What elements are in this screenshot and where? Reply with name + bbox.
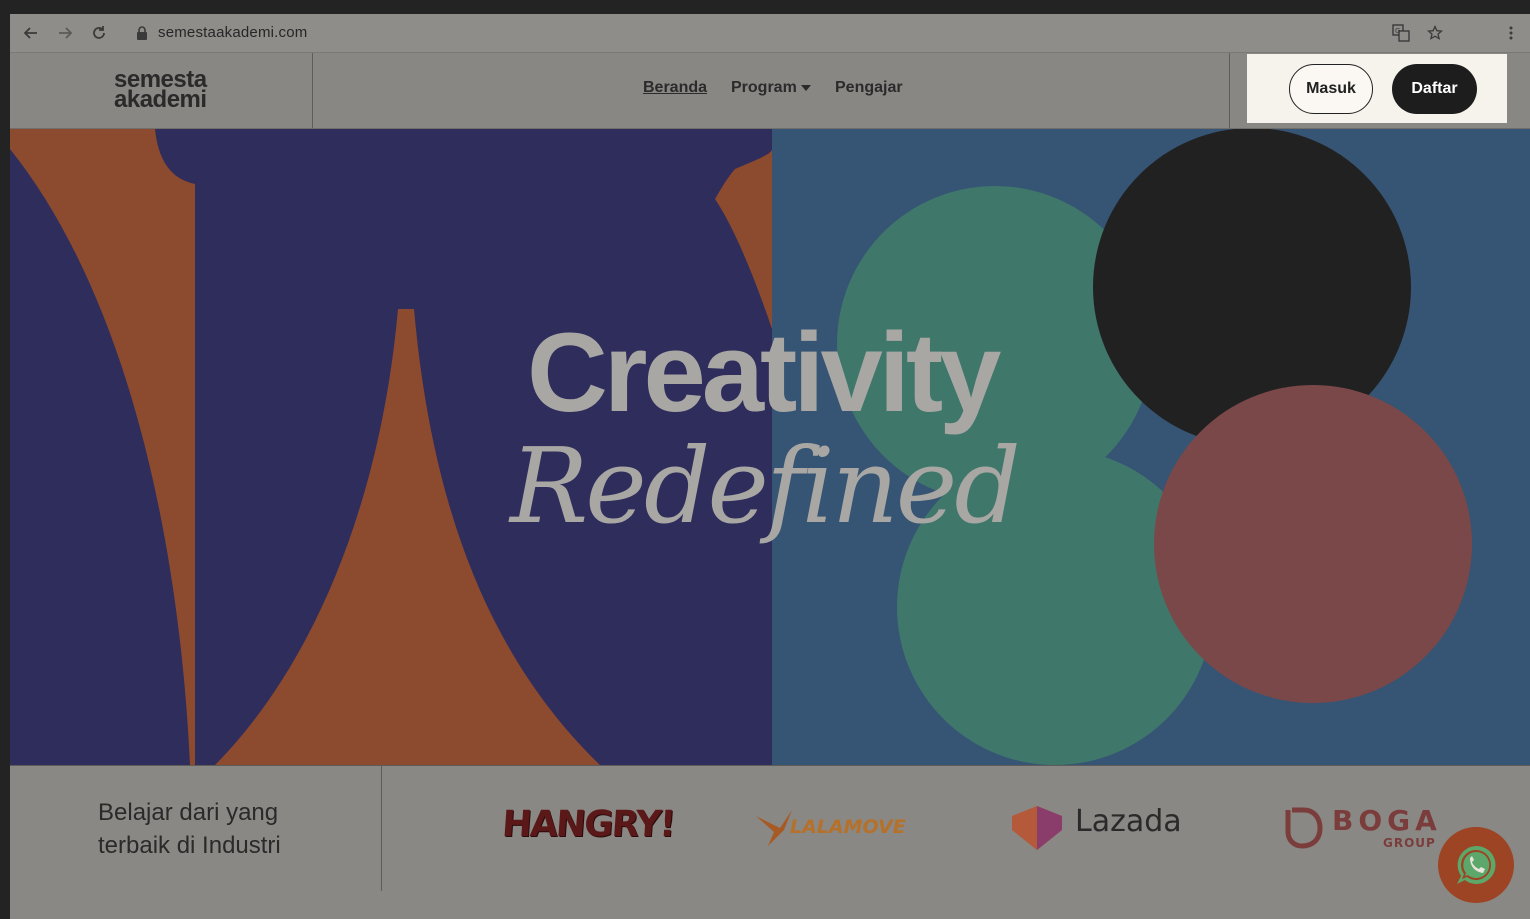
url-text[interactable]: semestaakademi.com: [158, 24, 308, 41]
tagline-line-1: Belajar dari yang: [98, 799, 279, 826]
partners-band: Belajar dari yang terbaik di Industri HA…: [10, 765, 1530, 892]
lazada-logo: Lazada: [1075, 804, 1182, 839]
header-divider: [1229, 53, 1230, 128]
login-button[interactable]: Masuk: [1289, 64, 1373, 114]
star-icon[interactable]: [1422, 20, 1448, 46]
browser-toolbar: semestaakademi.com G: [10, 14, 1530, 53]
header-divider: [312, 53, 313, 128]
lalamove-logo-mark: [756, 810, 792, 846]
site-header: semesta akademi Beranda Program Pengajar…: [10, 53, 1530, 129]
hero-subtitle: Redefined: [510, 425, 1021, 547]
hero-banner: Creativity Redefined: [10, 129, 1530, 765]
arrow-left-icon[interactable]: [18, 20, 44, 46]
arrow-right-icon[interactable]: [52, 20, 78, 46]
lock-icon[interactable]: [129, 20, 155, 46]
band-divider: [381, 766, 382, 891]
site-logo[interactable]: semesta akademi: [114, 68, 207, 113]
auth-buttons: Masuk Daftar: [1247, 54, 1507, 123]
lazada-logo-mark: [1012, 806, 1062, 850]
hangry-logo: HANGRY!: [500, 804, 676, 845]
reload-icon[interactable]: [86, 20, 112, 46]
partners-tagline: Belajar dari yang terbaik di Industri: [98, 796, 281, 862]
nav-pengajar[interactable]: Pengajar: [835, 79, 903, 97]
whatsapp-button[interactable]: [1438, 827, 1514, 903]
nav-program-label: Program: [731, 79, 797, 96]
window-frame: [0, 0, 1530, 14]
address-bar[interactable]: [122, 19, 1492, 47]
svg-text:G: G: [1395, 27, 1400, 35]
chevron-down-icon: [800, 85, 811, 91]
logo-line-2: akademi: [114, 86, 207, 113]
boga-logo-mark: [1285, 807, 1323, 849]
nav-beranda[interactable]: Beranda: [643, 79, 707, 97]
translate-icon[interactable]: G: [1388, 20, 1414, 46]
tagline-line-2: terbaik di Industri: [98, 832, 281, 859]
boga-logo-subtitle: GROUP: [1383, 836, 1436, 850]
page-below-fold: [10, 891, 1530, 919]
browser-window: semestaakademi.com G semesta akademi Ber…: [10, 14, 1530, 919]
hero-title: Creativity: [527, 310, 1001, 435]
lalamove-logo: LALAMOVE: [790, 816, 906, 838]
whatsapp-icon: [1457, 845, 1496, 884]
register-button[interactable]: Daftar: [1392, 64, 1477, 114]
boga-logo: BOGA: [1332, 804, 1442, 837]
kebab-menu-icon[interactable]: [1498, 20, 1524, 46]
nav-program[interactable]: Program: [731, 79, 811, 97]
